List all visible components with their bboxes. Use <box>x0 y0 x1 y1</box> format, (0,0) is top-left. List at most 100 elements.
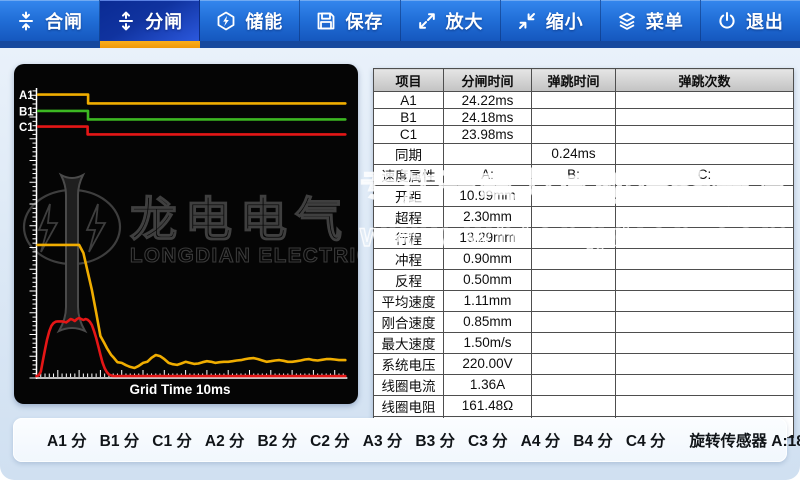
table-item-cell: 线圈电流 <box>374 374 444 395</box>
table-header-cell: 项目 <box>374 69 444 92</box>
table-value-cell: B: <box>532 164 616 185</box>
tab-label: 储能 <box>245 8 283 34</box>
tab-underline <box>0 41 100 48</box>
table-row: C123.98ms <box>374 126 794 143</box>
zoom-out-icon <box>517 11 537 31</box>
toolbar: 合闸 分闸 储能 保存 放大缩小 菜单 退出 <box>0 0 800 41</box>
phase-status-item: A3 分 <box>363 429 403 451</box>
phase-status-item: B2 分 <box>258 429 298 451</box>
table-value-cell: 0.85mm <box>444 311 532 332</box>
open-contacts-icon <box>116 11 136 31</box>
table-value-cell <box>532 227 616 248</box>
phase-status-item: B3 分 <box>415 429 455 451</box>
table-header-cell: 弹跳时间 <box>532 69 616 92</box>
tab-label: 退出 <box>746 8 784 34</box>
table-item-cell: 速度属性 <box>374 164 444 185</box>
rotary-sensor-readout: 旋转传感器 A:188.4 <box>690 429 800 451</box>
phase-status-item: C2 分 <box>310 429 350 451</box>
table-value-cell: 2.30mm <box>444 206 532 227</box>
table-item-cell: 行程 <box>374 227 444 248</box>
table-value-cell: 1.36A <box>444 374 532 395</box>
table-item-cell: 平均速度 <box>374 290 444 311</box>
content-area: 龙电电气 LONGDIAN ELECTRIC A1B1C1 Grid Time … <box>0 48 800 436</box>
table-value-cell <box>532 206 616 227</box>
table-value-cell <box>616 395 794 416</box>
phase-status-item: A2 分 <box>205 429 245 451</box>
table-row: 同期0.24ms <box>374 143 794 164</box>
table-item-cell: 超程 <box>374 206 444 227</box>
table-value-cell <box>616 206 794 227</box>
zoom-in-icon <box>417 11 437 31</box>
table-value-cell: 0.90mm <box>444 248 532 269</box>
table-value-cell <box>532 374 616 395</box>
status-bar: A1 分B1 分C1 分A2 分B2 分C2 分A3 分B3 分C3 分A4 分… <box>13 418 787 462</box>
trace-label-C1: C1 <box>19 122 34 134</box>
tab-save[interactable]: 保存 <box>300 0 400 41</box>
table-item-cell: 开距 <box>374 185 444 206</box>
table-value-cell <box>616 248 794 269</box>
table-value-cell: 161.48Ω <box>444 395 532 416</box>
table-value-cell: 0.24ms <box>532 143 616 164</box>
table-value-cell: 1.11mm <box>444 290 532 311</box>
table-row: 反程0.50mm <box>374 269 794 290</box>
table-value-cell <box>616 353 794 374</box>
table-value-cell: 23.98ms <box>444 126 532 143</box>
table-value-cell <box>532 248 616 269</box>
table-value-cell <box>616 143 794 164</box>
tab-open[interactable]: 分闸 <box>100 0 200 41</box>
exit-icon <box>717 11 737 31</box>
table-row: A124.22ms <box>374 92 794 109</box>
table-row: 最大速度1.50m/s <box>374 332 794 353</box>
table-row: 刚合速度0.85mm <box>374 311 794 332</box>
tab-label: 分闸 <box>145 8 183 34</box>
logo-text-cn: 龙电电气 <box>130 193 350 246</box>
table-item-cell: 线圈电阻 <box>374 395 444 416</box>
tab-close[interactable]: 合闸 <box>0 0 100 41</box>
phase-status-item: A4 分 <box>521 429 561 451</box>
table-value-cell <box>616 311 794 332</box>
table-value-cell: C: <box>616 164 794 185</box>
phase-status-item: C4 分 <box>626 429 666 451</box>
lightning-bolt-icon <box>87 204 105 252</box>
longdian-logo-watermark: 龙电电气 LONGDIAN ELECTRIC <box>24 175 358 331</box>
tab-label: 菜单 <box>646 8 684 34</box>
table-value-cell: 0.50mm <box>444 269 532 290</box>
table-row: 线圈电阻161.48Ω <box>374 395 794 416</box>
table-row: B124.18ms <box>374 109 794 126</box>
table-value-cell <box>616 374 794 395</box>
table-value-cell <box>616 269 794 290</box>
table-row: 行程13.29mm <box>374 227 794 248</box>
table-value-cell <box>616 92 794 109</box>
table-value-cell <box>532 109 616 126</box>
tab-energy[interactable]: 储能 <box>200 0 300 41</box>
table-value-cell <box>532 92 616 109</box>
table-row: 系统电压220.00V <box>374 353 794 374</box>
tab-menu[interactable]: 菜单 <box>601 0 701 41</box>
tab-exit[interactable]: 退出 <box>701 0 800 41</box>
energy-icon <box>216 11 236 31</box>
table-header-row: 项目分闸时间弹跳时间弹跳次数 <box>374 69 794 92</box>
tab-underline <box>700 41 800 48</box>
active-tab-underline <box>100 41 200 48</box>
table-value-cell: 1.50m/s <box>444 332 532 353</box>
toolbar-underline-strip <box>0 41 800 48</box>
table-value-cell <box>444 143 532 164</box>
table-value-cell <box>532 126 616 143</box>
tab-label: 放大 <box>446 8 484 34</box>
table-value-cell <box>532 395 616 416</box>
tab-label: 保存 <box>345 8 383 34</box>
table-item-cell: 最大速度 <box>374 332 444 353</box>
tab-underline <box>600 41 700 48</box>
table-item-cell: 反程 <box>374 269 444 290</box>
app-window: 合闸 分闸 储能 保存 放大缩小 菜单 退出 龙电电气 LONGDIAN ELECTRIC … <box>0 0 800 480</box>
table-value-cell <box>616 126 794 143</box>
tab-underline <box>200 41 300 48</box>
table-value-cell <box>616 109 794 126</box>
waveform-chart: 龙电电气 LONGDIAN ELECTRIC A1B1C1 Grid Time … <box>14 64 358 404</box>
table-value-cell <box>616 185 794 206</box>
table-value-cell: 24.22ms <box>444 92 532 109</box>
tab-zoom-in[interactable]: 放大 <box>401 0 501 41</box>
tab-zoom-out[interactable]: 缩小 <box>501 0 601 41</box>
phase-status-item: A1 分 <box>47 429 87 451</box>
table-value-cell: A: <box>444 164 532 185</box>
